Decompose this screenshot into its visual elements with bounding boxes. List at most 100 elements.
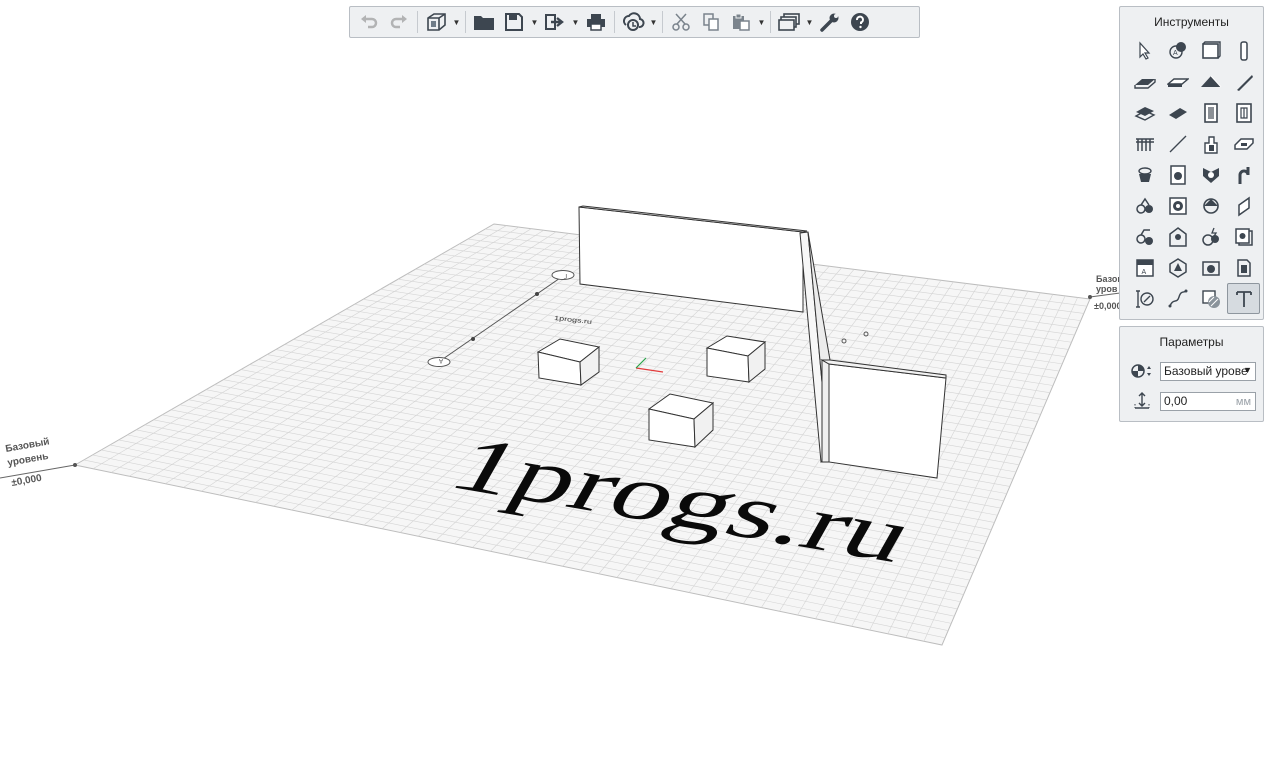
tool-duct[interactable] [1227, 190, 1260, 221]
tool-object[interactable] [1128, 221, 1161, 252]
copy-icon [703, 13, 719, 31]
tools-grid: AA [1128, 35, 1260, 314]
fixture-icon [1135, 197, 1153, 214]
parameters-panel-title: Параметры [1159, 335, 1224, 349]
box-object-2[interactable] [705, 335, 767, 384]
tool-curtain-wall[interactable] [1227, 128, 1260, 159]
cabinet-icon [1234, 227, 1253, 246]
elevation-input[interactable]: 0,00 мм [1160, 391, 1256, 411]
main-toolbar: ▼ ▼ ▼ ▼ ▼ ▼ [349, 6, 920, 38]
layers-button[interactable] [774, 8, 804, 36]
3d-viewport[interactable]: Базовый уровень ±0,000 Базов уров ±0,000… [0, 0, 1270, 761]
tool-pipe[interactable] [1227, 159, 1260, 190]
tool-stair[interactable] [1227, 66, 1260, 97]
tool-slab[interactable] [1128, 66, 1161, 97]
folder-icon [474, 16, 494, 30]
tool-hatch[interactable] [1194, 283, 1227, 314]
settings-button[interactable] [815, 8, 845, 36]
tool-electrical[interactable] [1194, 221, 1227, 252]
view-3d-button[interactable] [421, 8, 451, 36]
tool-beam[interactable] [1161, 66, 1194, 97]
print-button[interactable] [581, 8, 611, 36]
layers-dropdown[interactable]: ▼ [804, 8, 815, 36]
object-icon [1135, 228, 1153, 245]
stair-icon [1236, 74, 1253, 91]
tool-select-arrow[interactable] [1128, 35, 1161, 66]
tool-plumbing[interactable] [1128, 159, 1161, 190]
elevation-unit: мм [1235, 395, 1251, 408]
level-value-right: ±0,000 [1094, 301, 1121, 311]
wall-icon [1201, 40, 1221, 59]
tool-camera[interactable] [1194, 252, 1227, 283]
box-object-3[interactable] [647, 393, 715, 449]
tool-cabinet[interactable] [1227, 221, 1260, 252]
tool-roof[interactable] [1194, 66, 1227, 97]
redo-button[interactable] [384, 8, 414, 36]
tool-wall[interactable] [1194, 35, 1227, 66]
duct-icon [1237, 196, 1250, 216]
roof-icon [1200, 75, 1221, 87]
copy-button[interactable] [696, 8, 726, 36]
save-dropdown[interactable]: ▼ [529, 8, 540, 36]
open-button[interactable] [469, 8, 499, 36]
axis-label-bottom: А [439, 357, 443, 363]
tool-furniture[interactable] [1194, 128, 1227, 159]
tool-text[interactable] [1227, 283, 1260, 314]
toolbar-separator [662, 11, 663, 33]
light-icon [1168, 226, 1187, 247]
annotation-icon: A [1168, 41, 1186, 59]
save-button[interactable] [499, 8, 529, 36]
tools-panel: Инструменты AA [1119, 6, 1264, 320]
tool-equipment[interactable] [1194, 159, 1227, 190]
tool-zone[interactable] [1161, 252, 1194, 283]
dimension-icon [1135, 289, 1154, 308]
slab-icon [1133, 78, 1156, 89]
tool-dimension[interactable] [1128, 283, 1161, 314]
tool-column[interactable] [1227, 35, 1260, 66]
export-dropdown[interactable]: ▼ [570, 8, 581, 36]
tool-line[interactable] [1161, 128, 1194, 159]
cloud-sync-button[interactable] [618, 8, 648, 36]
line-icon [1169, 135, 1186, 152]
export-icon [545, 14, 564, 30]
room-icon: A [1135, 258, 1154, 277]
tool-boiler[interactable] [1161, 190, 1194, 221]
tool-light[interactable] [1161, 221, 1194, 252]
cut-button[interactable] [666, 8, 696, 36]
scissors-icon [672, 13, 690, 31]
tool-annotation[interactable]: A [1161, 35, 1194, 66]
tool-shell[interactable] [1161, 97, 1194, 128]
tool-opening[interactable] [1227, 252, 1260, 283]
floppy-disk-icon [505, 13, 523, 31]
paste-icon [733, 13, 750, 31]
tool-door[interactable] [1194, 97, 1227, 128]
tool-fixture[interactable] [1128, 190, 1161, 221]
view-3d-dropdown[interactable]: ▼ [451, 8, 462, 36]
paste-button[interactable] [726, 8, 756, 36]
camera-icon [1201, 260, 1220, 276]
cloud-sync-dropdown[interactable]: ▼ [648, 8, 659, 36]
ramp-icon [1133, 106, 1156, 121]
cube-icon [427, 13, 446, 31]
tool-window[interactable] [1227, 97, 1260, 128]
tool-ramp[interactable] [1128, 97, 1161, 128]
text-icon [1235, 290, 1252, 307]
tool-room[interactable]: A [1128, 252, 1161, 283]
undo-button[interactable] [354, 8, 384, 36]
export-button[interactable] [540, 8, 570, 36]
tool-valve[interactable] [1194, 190, 1227, 221]
toolbar-separator [614, 11, 615, 33]
wall-front[interactable] [820, 359, 947, 479]
tool-appliance[interactable] [1161, 159, 1194, 190]
level-select[interactable]: Базовый урове ▼ [1160, 361, 1256, 381]
layers-icon [778, 13, 800, 31]
tool-polyline[interactable] [1161, 283, 1194, 314]
toolbar-separator [417, 11, 418, 33]
window-icon [1235, 102, 1252, 123]
wrench-icon [820, 13, 839, 32]
boiler-icon [1168, 196, 1187, 215]
tool-railing[interactable] [1128, 128, 1161, 159]
plumbing-icon [1137, 166, 1152, 182]
paste-dropdown[interactable]: ▼ [756, 8, 767, 36]
help-button[interactable] [845, 8, 875, 36]
